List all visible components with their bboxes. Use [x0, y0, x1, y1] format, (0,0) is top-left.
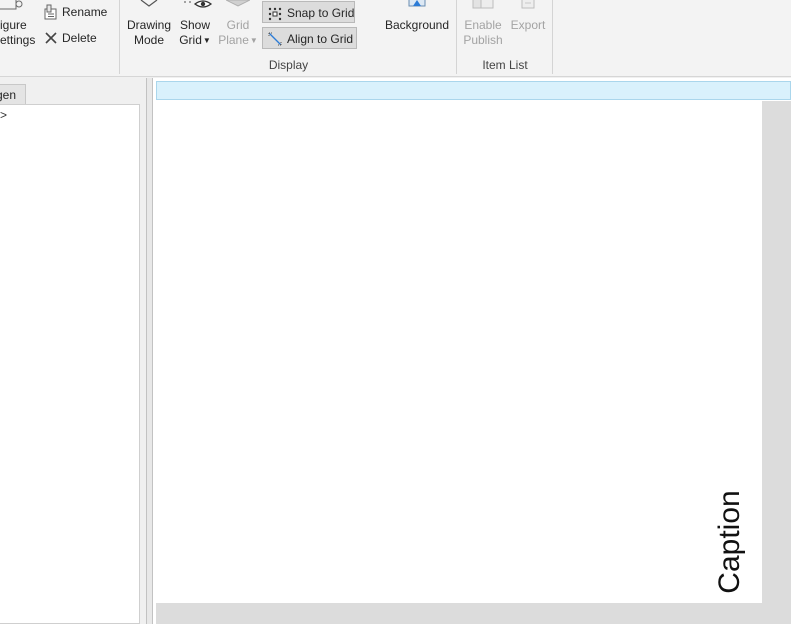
grid-plane-label-1: Grid	[226, 18, 250, 32]
delete-label: Delete	[62, 31, 97, 45]
chevron-down-icon: ▼	[202, 36, 211, 46]
drawing-mode-icon	[140, 0, 158, 7]
canvas-margin-bottom	[156, 603, 762, 624]
panel-splitter[interactable]	[146, 78, 153, 624]
drawing-mode-label-1: Drawing	[126, 18, 171, 32]
canvas-margin-right	[762, 101, 791, 624]
export-icon	[521, 0, 535, 9]
align-to-grid-icon	[268, 32, 282, 46]
left-panel: gen >	[0, 80, 146, 624]
chevron-down-icon: ▼	[249, 36, 258, 46]
background-button[interactable]: Background	[382, 0, 452, 52]
group-label-item-list: Item List	[482, 58, 528, 72]
group-label-display: Display	[268, 58, 309, 72]
caption-label: Caption	[713, 490, 746, 594]
rename-label: Rename	[62, 5, 108, 19]
snap-to-grid-label: Snap to Grid	[287, 6, 355, 20]
enable-publish-label-1: Enable	[464, 18, 502, 32]
canvas-area: Caption	[153, 78, 791, 624]
enable-publish-button[interactable]: Enable Publish	[460, 0, 506, 52]
show-grid-button[interactable]: Show Grid▼	[176, 0, 214, 52]
canvas-header-strip	[156, 81, 791, 100]
background-label: Background	[384, 18, 450, 32]
caption-text-box[interactable]: Caption	[710, 490, 750, 594]
drawing-sheet[interactable]	[156, 101, 762, 603]
ribbon-separator	[552, 0, 553, 74]
enable-publish-label-2: Publish	[463, 33, 503, 47]
figure-settings-label-2: ettings	[0, 33, 36, 47]
tree-item[interactable]: >	[0, 108, 7, 122]
grid-plane-button[interactable]: Grid Plane▼	[216, 0, 260, 52]
ribbon: igure ettings Rename Delete Drawing Mode	[0, 0, 791, 77]
align-to-grid-label: Align to Grid	[287, 32, 354, 46]
figure-settings-label-1: igure	[0, 18, 27, 32]
show-grid-label-1: Show	[179, 18, 211, 32]
delete-icon	[45, 32, 57, 44]
tree-view[interactable]: >	[0, 104, 140, 624]
show-grid-label-2: Grid	[179, 33, 202, 47]
grid-plane-icon	[226, 0, 250, 7]
snap-to-grid-button[interactable]: Snap to Grid	[262, 1, 355, 23]
snap-to-grid-icon	[268, 7, 282, 21]
show-grid-icon	[184, 0, 212, 8]
delete-button[interactable]: Delete	[40, 28, 100, 48]
drawing-mode-button[interactable]: Drawing Mode	[124, 0, 174, 52]
panel-tab-label: gen	[0, 88, 17, 102]
export-button[interactable]: Export	[508, 0, 548, 52]
rename-icon	[44, 4, 57, 20]
rename-button[interactable]: Rename	[40, 2, 110, 22]
figure-settings-button[interactable]: igure ettings	[0, 0, 36, 52]
drawing-mode-label-2: Mode	[133, 33, 165, 47]
figure-settings-icon	[0, 0, 23, 10]
grid-plane-label-2: Plane	[218, 33, 249, 47]
align-to-grid-button[interactable]: Align to Grid	[262, 27, 357, 49]
panel-tab[interactable]: gen	[0, 84, 26, 104]
export-label: Export	[510, 18, 546, 32]
background-icon	[408, 0, 426, 7]
enable-publish-icon	[472, 0, 494, 9]
